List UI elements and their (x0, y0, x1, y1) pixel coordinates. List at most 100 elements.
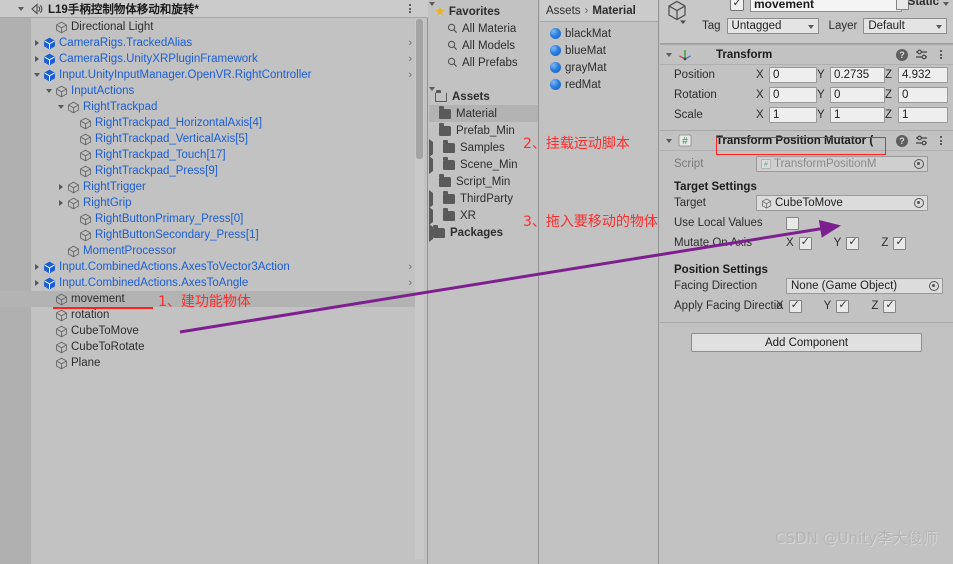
project-tree-favorites[interactable]: ★ Favorites (429, 1, 538, 20)
hierarchy-item-rightbuttonprimary-press-0[interactable]: RightButtonPrimary_Press[0] (0, 211, 420, 227)
facing-direction-picker-icon[interactable] (929, 281, 939, 291)
scene-foldout-icon[interactable] (18, 6, 24, 11)
apply-facing-direction-checkbox-z[interactable] (883, 298, 897, 313)
asset-item-bluemat[interactable]: blueMat (540, 42, 658, 59)
apply-facing-direction-checkbox-y[interactable] (836, 298, 850, 313)
transform-rotation-z-field[interactable]: 0 (898, 87, 948, 103)
add-component-button[interactable]: Add Component (691, 333, 922, 352)
hierarchy-item-input-combinedactions-axestovector3action[interactable]: Input.CombinedActions.AxesToVector3Actio… (0, 259, 420, 275)
project-tree-favorite-item[interactable]: All Materia (429, 20, 538, 37)
project-tree-folder-xr[interactable]: XR (429, 206, 538, 225)
hierarchy-item-cubetorotate[interactable]: CubeToRotate (0, 339, 420, 355)
breadcrumb-current[interactable]: Material (592, 5, 635, 17)
hierarchy-tree[interactable]: Directional Light CameraRigs.TrackedAlias… (0, 19, 420, 371)
mutate-on-axis-checkbox-y[interactable] (846, 235, 860, 250)
hierarchy-item-righttrackpad-horizontalaxis-4[interactable]: RightTrackpad_HorizontalAxis[4] (0, 115, 420, 131)
hierarchy-item-rotation[interactable]: rotation (0, 307, 420, 323)
hierarchy-item-righttrackpad[interactable]: RightTrackpad (0, 99, 420, 115)
hierarchy-scene-header[interactable]: L19手柄控制物体移动和旋转* (0, 0, 428, 18)
chevron-right-icon[interactable]: › (408, 277, 412, 289)
foldout-icon[interactable] (55, 184, 67, 190)
facing-direction-objectfield[interactable]: None (Game Object) (786, 278, 943, 294)
mutator-menu-icon[interactable] (935, 136, 947, 145)
asset-list[interactable]: blackMat blueMat grayMat redMat (540, 22, 658, 93)
project-tree-folder-scene_min[interactable]: Scene_Min (429, 155, 538, 174)
preset-icon[interactable] (915, 49, 928, 61)
gameobject-active-checkbox[interactable] (730, 0, 744, 11)
hierarchy-item-directional-light[interactable]: Directional Light (0, 19, 420, 35)
asset-item-graymat[interactable]: grayMat (540, 59, 658, 76)
transform-scale-x-field[interactable]: 1 (769, 107, 817, 123)
hierarchy-item-rightgrip[interactable]: RightGrip (0, 195, 420, 211)
project-tree-assets[interactable]: Assets (429, 86, 538, 105)
project-tree-packages[interactable]: Packages (429, 223, 538, 242)
tag-dropdown[interactable]: Untagged (726, 18, 819, 34)
mutator-component-header[interactable]: # Transform Position Mutator ( ? (660, 130, 953, 151)
chevron-right-icon[interactable]: › (408, 53, 412, 65)
hierarchy-item-input-unityinputmanager-openvr-rightcontroller[interactable]: Input.UnityInputManager.OpenVR.RightCont… (0, 67, 420, 83)
help-icon[interactable]: ? (896, 48, 908, 61)
preset-icon[interactable] (915, 135, 928, 147)
foldout-icon[interactable] (31, 280, 43, 286)
project-tree-favorite-item[interactable]: All Prefabs (429, 54, 538, 71)
hierarchy-menu-icon[interactable] (404, 4, 416, 13)
static-dropdown-icon[interactable] (943, 2, 949, 6)
foldout-icon[interactable] (31, 73, 43, 77)
foldout-icon[interactable] (31, 264, 43, 270)
project-tree-folder-samples[interactable]: Samples (429, 138, 538, 157)
asset-item-redmat[interactable]: redMat (540, 76, 658, 93)
transform-rotation-x-field[interactable]: 0 (769, 87, 817, 103)
hierarchy-item-camerarigs-trackedalias[interactable]: CameraRigs.TrackedAlias › (0, 35, 420, 51)
target-objectfield[interactable]: CubeToMove (756, 195, 928, 211)
foldout-icon[interactable] (429, 189, 433, 208)
project-tree-folder-thirdparty[interactable]: ThirdParty (429, 189, 538, 208)
project-tree-folder-prefab_min[interactable]: Prefab_Min (429, 122, 538, 139)
hierarchy-item-cubetomove[interactable]: CubeToMove (0, 323, 420, 339)
transform-menu-icon[interactable] (935, 50, 947, 59)
hierarchy-item-movement[interactable]: movement (0, 291, 420, 307)
apply-facing-direction-checkbox-x[interactable] (788, 298, 802, 313)
foldout-icon[interactable] (429, 155, 433, 174)
transform-foldout-icon[interactable] (666, 52, 672, 57)
mutate-on-axis-checkbox-x[interactable] (798, 235, 812, 250)
target-picker-icon[interactable] (914, 198, 924, 208)
transform-rotation-y-field[interactable]: 0 (830, 87, 885, 103)
transform-component-header[interactable]: Transform ? (660, 44, 953, 65)
foldout-icon[interactable] (31, 56, 43, 62)
chevron-right-icon[interactable]: › (408, 69, 412, 81)
breadcrumb-root[interactable]: Assets (546, 5, 581, 17)
project-tree-favorite-item[interactable]: All Models (429, 37, 538, 54)
hierarchy-item-righttrackpad-verticalaxis-5[interactable]: RightTrackpad_VerticalAxis[5] (0, 131, 420, 147)
hierarchy-scrollbar[interactable] (415, 19, 424, 559)
use-local-values-checkbox[interactable] (786, 216, 799, 230)
foldout-icon[interactable] (55, 105, 67, 109)
hierarchy-item-plane[interactable]: Plane (0, 355, 420, 371)
hierarchy-item-inputactions[interactable]: InputActions (0, 83, 420, 99)
layer-dropdown[interactable]: Default (863, 18, 948, 34)
help-icon[interactable]: ? (896, 134, 908, 147)
chevron-right-icon[interactable]: › (408, 261, 412, 273)
foldout-icon[interactable] (429, 206, 433, 225)
breadcrumb[interactable]: Assets › Material (540, 0, 658, 22)
mutator-foldout-icon[interactable] (666, 138, 672, 143)
asset-item-blackmat[interactable]: blackMat (540, 25, 658, 42)
transform-scale-y-field[interactable]: 1 (830, 107, 885, 123)
transform-scale-z-field[interactable]: 1 (898, 107, 948, 123)
hierarchy-item-righttrackpad-touch-17[interactable]: RightTrackpad_Touch[17] (0, 147, 420, 163)
hierarchy-item-righttrigger[interactable]: RightTrigger (0, 179, 420, 195)
hierarchy-item-input-combinedactions-axestoangle[interactable]: Input.CombinedActions.AxesToAngle › (0, 275, 420, 291)
gameobject-name-field[interactable]: movement (750, 0, 902, 12)
foldout-icon[interactable] (55, 200, 67, 206)
hierarchy-item-camerarigs-unityxrpluginframework[interactable]: CameraRigs.UnityXRPluginFramework › (0, 51, 420, 67)
project-tree-folder-script_min[interactable]: Script_Min (429, 173, 538, 190)
mutate-on-axis-checkbox-z[interactable] (893, 235, 907, 250)
hierarchy-item-momentprocessor[interactable]: MomentProcessor (0, 243, 420, 259)
hierarchy-item-righttrackpad-press-9[interactable]: RightTrackpad_Press[9] (0, 163, 420, 179)
foldout-icon[interactable] (429, 138, 433, 157)
hierarchy-item-rightbuttonsecondary-press-1[interactable]: RightButtonSecondary_Press[1] (0, 227, 420, 243)
project-tree-folder-material[interactable]: Material (429, 105, 538, 122)
transform-position-x-field[interactable]: 0 (769, 67, 817, 83)
transform-position-z-field[interactable]: 4.932 (898, 67, 948, 83)
transform-position-y-field[interactable]: 0.2735 (830, 67, 885, 83)
chevron-right-icon[interactable]: › (408, 37, 412, 49)
